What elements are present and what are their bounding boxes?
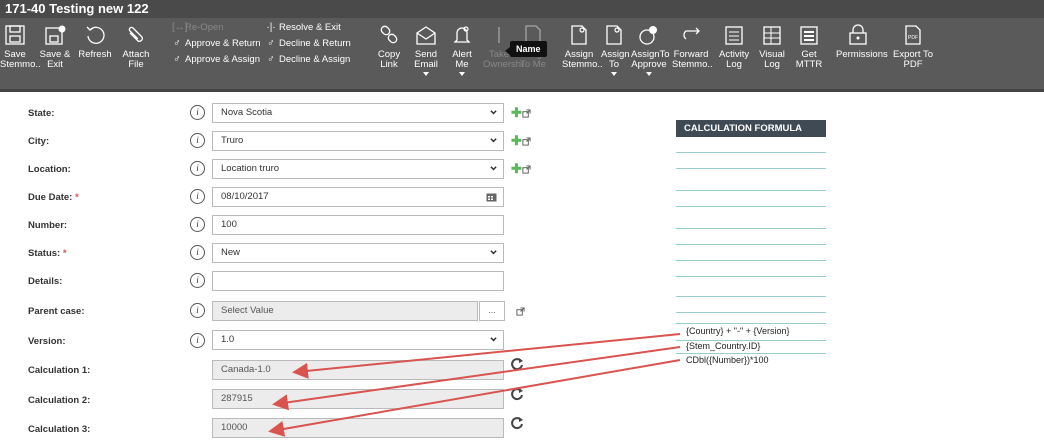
annotation-arrows [268, 333, 681, 437]
annotation-arrow-1 [292, 333, 681, 379]
